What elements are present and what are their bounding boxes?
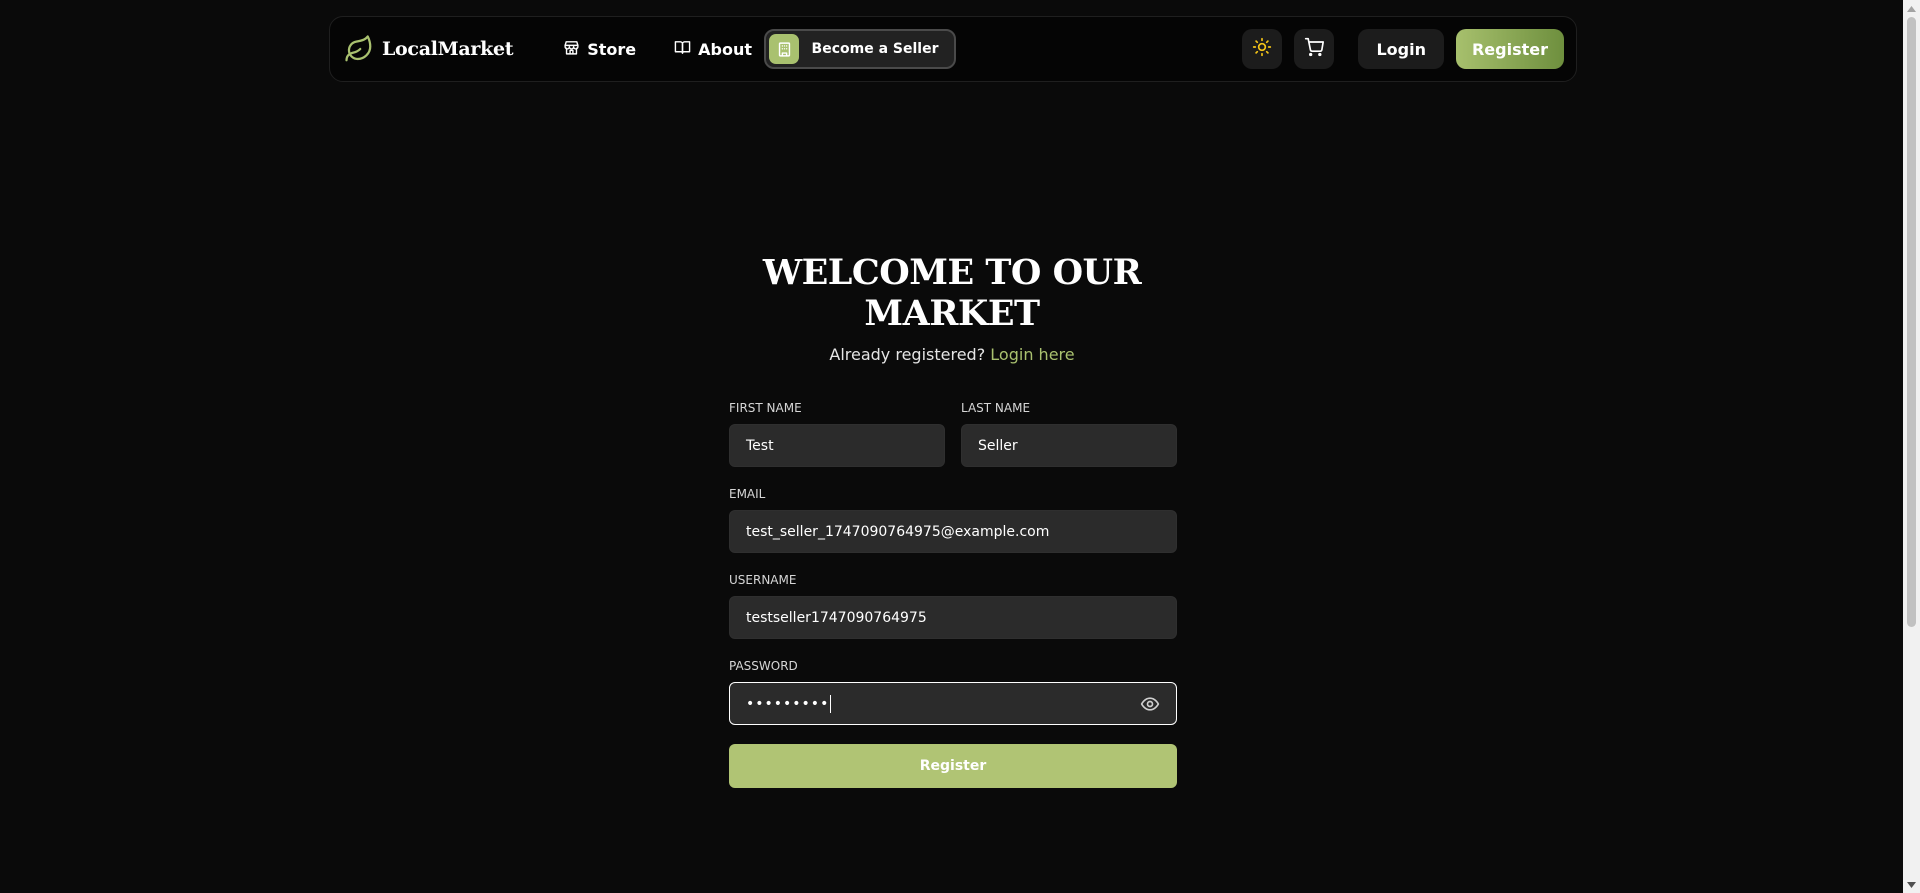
page-title: WELCOME TO OUR MARKET <box>762 252 1142 334</box>
nav-actions: Login Register <box>1242 29 1564 69</box>
first-name-group: FIRST NAME Test <box>729 400 945 467</box>
first-name-input[interactable]: Test <box>729 424 945 467</box>
sun-icon <box>1252 37 1272 61</box>
username-group: USERNAME testseller1747090764975 <box>729 572 1177 639</box>
navbar: LocalMarket Store About Become a Seller … <box>329 16 1577 82</box>
building-icon <box>769 34 799 64</box>
nav-links: Store About <box>563 39 752 60</box>
text-caret <box>830 694 832 713</box>
login-prompt-text: Already registered? <box>829 345 986 364</box>
theme-toggle-button[interactable] <box>1242 29 1283 69</box>
cart-button[interactable] <box>1294 29 1335 69</box>
password-value: ••••••••• <box>746 695 830 712</box>
first-name-label: FIRST NAME <box>729 401 802 415</box>
page: LocalMarket Store About Become a Seller … <box>0 0 1920 893</box>
email-group: EMAIL test_seller_1747090764975@example.… <box>729 486 1177 553</box>
password-input[interactable]: ••••••••• <box>729 682 1177 725</box>
store-icon <box>563 39 580 60</box>
email-input[interactable]: test_seller_1747090764975@example.com <box>729 510 1177 553</box>
register-form: FIRST NAME Test LAST NAME Seller EMAIL t… <box>729 400 1177 788</box>
last-name-input[interactable]: Seller <box>961 424 1177 467</box>
username-label: USERNAME <box>729 573 797 587</box>
login-button[interactable]: Login <box>1358 29 1444 69</box>
brand[interactable]: LocalMarket <box>344 34 514 64</box>
cart-icon <box>1304 37 1325 61</box>
password-group: PASSWORD ••••••••• <box>729 658 1177 725</box>
scroll-up-arrow-icon[interactable] <box>1903 0 1920 17</box>
become-seller-label: Become a Seller <box>811 41 939 57</box>
login-here-link[interactable]: Login here <box>990 345 1074 364</box>
become-seller-button[interactable]: Become a Seller <box>764 29 956 69</box>
register-nav-button[interactable]: Register <box>1455 29 1564 69</box>
login-prompt: Already registered? Login here <box>700 345 1204 364</box>
brand-name: LocalMarket <box>382 38 514 60</box>
nav-about-link[interactable]: About <box>674 39 752 60</box>
scrollbar-thumb[interactable] <box>1907 17 1916 627</box>
last-name-group: LAST NAME Seller <box>961 400 1177 467</box>
nav-store-label: Store <box>587 39 637 59</box>
scrollbar[interactable] <box>1903 0 1920 893</box>
book-icon <box>674 39 691 60</box>
username-input[interactable]: testseller1747090764975 <box>729 596 1177 639</box>
email-label: EMAIL <box>729 487 766 501</box>
register-submit-button[interactable]: Register <box>729 744 1177 788</box>
leaf-icon <box>344 34 374 64</box>
last-name-label: LAST NAME <box>961 401 1031 415</box>
scroll-down-arrow-icon[interactable] <box>1903 876 1920 893</box>
nav-about-label: About <box>698 39 752 59</box>
nav-store-link[interactable]: Store <box>563 39 636 60</box>
eye-icon[interactable] <box>1140 694 1160 714</box>
password-label: PASSWORD <box>729 659 798 673</box>
